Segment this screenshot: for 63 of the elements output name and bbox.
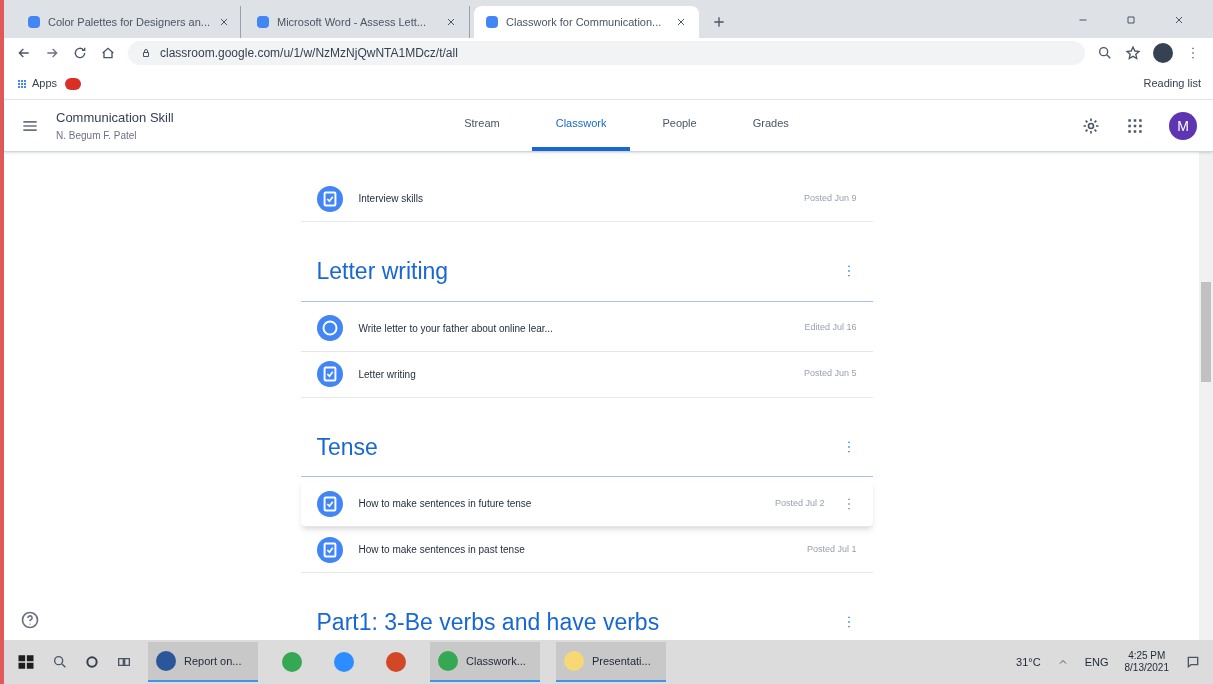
assignment-icon bbox=[316, 361, 343, 387]
classwork-item[interactable]: How to make sentences in future tense Posted Jul 2 bbox=[300, 481, 873, 527]
powerpoint-app-icon bbox=[386, 652, 406, 672]
class-name[interactable]: Communication Skill bbox=[56, 108, 356, 128]
item-date: Posted Jul 2 bbox=[774, 496, 825, 510]
bookmark-link[interactable]: Apps bbox=[16, 75, 58, 92]
close-icon[interactable] bbox=[1173, 14, 1185, 26]
avatar[interactable]: M bbox=[1169, 111, 1197, 140]
maximize-icon[interactable] bbox=[1125, 14, 1137, 26]
temperature-text[interactable]: 31°C bbox=[1016, 653, 1041, 671]
windows-start-icon[interactable] bbox=[16, 652, 36, 672]
classwork-item[interactable]: How to make sentences in past tense Posted Jul 1 bbox=[300, 527, 873, 573]
topic-title: Tense bbox=[316, 432, 378, 462]
cortana-icon[interactable] bbox=[84, 654, 100, 670]
language-indicator[interactable]: ENG bbox=[1084, 653, 1109, 671]
lock-icon bbox=[140, 47, 152, 59]
profile-icon[interactable] bbox=[1153, 43, 1173, 63]
url-text: classroom.google.com/u/1/w/NzMzNjQwNTA1MDcz/t/all bbox=[160, 45, 458, 62]
reload-icon[interactable] bbox=[72, 45, 88, 61]
favicon-icon bbox=[257, 16, 269, 28]
classwork-item[interactable]: Write letter to your father about online lear... Edited Jul 16 bbox=[300, 305, 873, 352]
question-icon bbox=[316, 315, 343, 341]
help-icon[interactable] bbox=[20, 610, 40, 630]
apps-grid-icon bbox=[16, 77, 28, 90]
chrome-app-icon bbox=[438, 651, 458, 671]
item-date: Posted Jun 9 bbox=[803, 191, 857, 205]
teacher-name: N. Begum F. Patel bbox=[56, 128, 138, 143]
assignment-icon bbox=[316, 490, 343, 517]
folder-app-icon bbox=[564, 651, 584, 671]
taskbar-app[interactable]: Report on... bbox=[148, 642, 258, 682]
zoom-app-icon bbox=[334, 652, 354, 672]
chrome-app-icon bbox=[282, 652, 302, 672]
address-bar[interactable]: classroom.google.com/u/1/w/NzMzNjQwNTA1MDcz/t/all bbox=[128, 41, 1085, 65]
assignment-icon bbox=[316, 185, 343, 212]
favicon-icon bbox=[28, 16, 40, 28]
item-date: Posted Jul 1 bbox=[806, 542, 857, 556]
nav-tab[interactable]: Stream bbox=[440, 100, 524, 151]
close-icon[interactable] bbox=[445, 16, 457, 28]
search-icon[interactable] bbox=[52, 654, 68, 670]
taskbar-app[interactable]: Presentati... bbox=[556, 642, 666, 682]
taskbar-app[interactable]: Classwork... bbox=[430, 642, 540, 682]
classwork-item[interactable]: Letter writing Posted Jun 5 bbox=[300, 351, 873, 398]
topic-title: Letter writing bbox=[316, 257, 449, 286]
browser-tab[interactable]: Classwork for Communication... bbox=[474, 6, 699, 38]
bookmark-icon[interactable] bbox=[65, 77, 82, 90]
scrollbar[interactable] bbox=[1199, 152, 1213, 640]
word-app-icon bbox=[156, 651, 176, 671]
reading-list-button[interactable]: Reading list bbox=[1143, 75, 1201, 92]
nav-tab[interactable]: Grades bbox=[728, 100, 813, 151]
close-icon[interactable] bbox=[675, 16, 687, 28]
new-tab-icon[interactable] bbox=[711, 14, 727, 30]
home-icon[interactable] bbox=[100, 45, 116, 61]
search-icon[interactable] bbox=[1097, 45, 1113, 61]
star-icon[interactable] bbox=[1125, 45, 1141, 61]
nav-tab[interactable]: People bbox=[638, 100, 721, 151]
item-date: Posted Jun 5 bbox=[803, 367, 857, 381]
assignment-icon bbox=[316, 536, 343, 563]
favicon-icon bbox=[486, 16, 498, 28]
topic-title: Part1: 3-Be verbs and have verbs bbox=[316, 608, 660, 637]
notifications-icon[interactable] bbox=[1185, 654, 1201, 670]
classwork-item[interactable]: Interview skills Posted Jun 9 bbox=[300, 176, 873, 222]
taskbar-clock[interactable]: 4:25 PM 8/13/2021 bbox=[1124, 649, 1169, 675]
item-date: Edited Jul 16 bbox=[804, 321, 857, 335]
